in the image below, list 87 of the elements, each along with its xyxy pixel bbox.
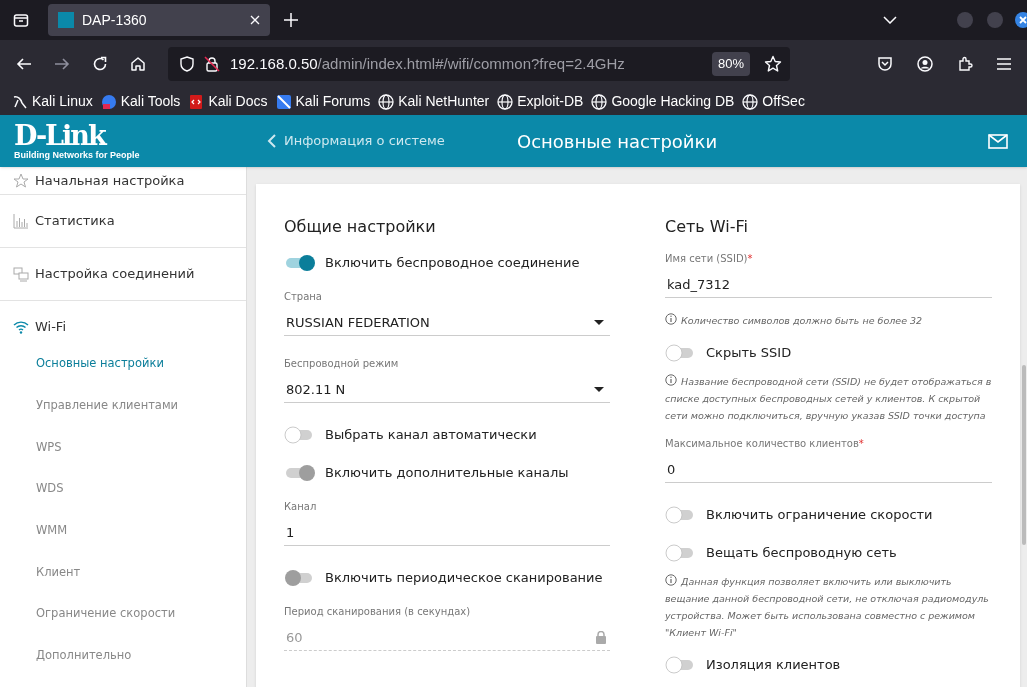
bookmark-star-icon[interactable]: [764, 55, 782, 73]
hint-text: Название беспроводной сети (SSID) не будет отображаться в списке доступных беспроводных сетей у клиентов. К скрытой сети можно подключиться, вручную указав SSID точки доступа: [665, 373, 992, 423]
submenu-item[interactable]: WMM: [0, 509, 246, 552]
submenu-item[interactable]: Клиент: [0, 551, 246, 594]
chevron-left-icon: [267, 134, 276, 148]
bar-chart-icon: [13, 213, 29, 229]
section-title: Сеть Wi-Fi: [665, 216, 750, 237]
favicon-icon: [58, 12, 74, 28]
back-icon[interactable]: [16, 56, 32, 72]
submenu-item[interactable]: WDS: [0, 468, 246, 510]
address-bar[interactable]: 192.168.0.50/admin/index.html#/wifi/common?freq=2.4GHz 80%: [168, 47, 790, 81]
zoom-level[interactable]: 80%: [711, 52, 750, 76]
tab-title: DAP-1360: [82, 10, 148, 30]
toggle-label: Скрыть SSID: [706, 344, 792, 363]
shield-icon: [180, 56, 194, 72]
dropdown[interactable]: 802.11 N: [284, 377, 610, 403]
toggle-label: Выбрать канал автоматически: [325, 426, 537, 445]
extensions-icon[interactable]: [957, 56, 973, 72]
bookmark-link[interactable]: OffSec: [742, 91, 805, 112]
submenu-item[interactable]: Ограничение скорости: [0, 593, 246, 635]
input-field: 60: [284, 625, 610, 651]
url-text: 192.168.0.50/admin/index.html#/wifi/common?freq=2.4GHz: [230, 53, 626, 74]
info-icon: [665, 574, 677, 586]
toggle-label: Включить дополнительные каналы: [325, 464, 569, 483]
account-icon[interactable]: [917, 56, 933, 72]
close-icon[interactable]: [1015, 12, 1027, 28]
toggle-label: Включить беспроводное соединение: [325, 254, 580, 273]
chevron-down-icon[interactable]: [883, 16, 897, 24]
bookmark-link[interactable]: Kali NetHunter: [378, 91, 490, 112]
forward-icon: [54, 56, 70, 72]
caret-icon: [594, 387, 604, 392]
bookmark-link[interactable]: Kali Forums: [275, 91, 371, 112]
document-icon: [188, 93, 205, 110]
toggle-label: Вещать беспроводную сеть: [706, 544, 897, 563]
browser-tab[interactable]: DAP-1360: [48, 4, 270, 36]
submenu-item[interactable]: Дополнительно: [0, 634, 246, 677]
hint-text: Количество символов должно быть не более 32: [665, 312, 992, 329]
star-icon: [13, 172, 29, 189]
bookmark-link[interactable]: Kali Linux: [12, 91, 93, 112]
reload-icon[interactable]: [92, 56, 108, 72]
field-label: Беспроводной режим: [284, 357, 400, 371]
field-label: Имя сети (SSID)*: [665, 252, 754, 266]
submenu-item[interactable]: WPS: [0, 426, 246, 469]
info-icon: [665, 374, 677, 386]
bookmark-link[interactable]: Kali Tools: [100, 91, 181, 112]
globe-icon: [591, 93, 608, 110]
scrollbar[interactable]: [1022, 365, 1026, 545]
page-title: Основные настройки: [517, 129, 718, 154]
field-label: Период сканирования (в секундах): [284, 605, 472, 619]
pocket-icon[interactable]: [877, 56, 893, 72]
wifi-icon: [13, 319, 29, 335]
input-field[interactable]: kad_7312: [665, 272, 992, 298]
submenu-item[interactable]: Управление клиентами: [0, 384, 246, 427]
mail-icon[interactable]: [988, 133, 1008, 149]
sidebar-item[interactable]: Статистика: [0, 195, 246, 247]
hint-text: Данная функция позволяет включить или выключить вещание данной беспроводной сети, не отключая радиомодуль устройства. Может быть использована совместно с режимом "Клиент Wi-Fi": [665, 573, 990, 640]
sidebar-item[interactable]: Настройка соединений: [0, 248, 246, 300]
globe-icon: [378, 93, 395, 110]
dropdown[interactable]: RUSSIAN FEDERATION: [284, 310, 610, 336]
computers-icon: [13, 266, 29, 282]
bookmark-link[interactable]: Exploit-DB: [497, 91, 584, 112]
logo-tagline: Building Networks for People: [14, 151, 141, 160]
input-field[interactable]: 1: [284, 520, 610, 546]
close-icon[interactable]: [250, 15, 260, 25]
tab-list-icon[interactable]: [13, 12, 29, 28]
field-label: Канал: [284, 500, 318, 514]
toggle-label: Включить периодическое сканирование: [325, 569, 603, 588]
field-label: Страна: [284, 290, 323, 304]
caret-icon: [594, 320, 604, 325]
menu-icon[interactable]: [997, 58, 1011, 70]
section-title: Общие настройки: [284, 216, 437, 237]
input-field[interactable]: 0: [665, 457, 992, 483]
bookmark-link[interactable]: Kali Docs: [188, 91, 268, 112]
globe-icon: [497, 93, 514, 110]
bookmark-link[interactable]: Google Hacking DB: [591, 91, 735, 112]
field-label: Максимальное количество клиентов*: [665, 437, 865, 451]
insecure-lock-icon: [204, 56, 220, 72]
info-icon: [665, 313, 677, 325]
sidebar-item[interactable]: Начальная настройка: [0, 167, 246, 194]
lock-icon: [596, 631, 606, 644]
new-tab-icon[interactable]: [284, 13, 298, 27]
home-icon[interactable]: [130, 56, 146, 72]
toggle-label: Включить ограничение скорости: [706, 506, 933, 525]
toggle-switch[interactable]: [284, 253, 316, 273]
globe-icon: [742, 93, 759, 110]
toggle-label: Изоляция клиентов: [706, 656, 841, 675]
logo-text: D-Link: [14, 122, 107, 149]
